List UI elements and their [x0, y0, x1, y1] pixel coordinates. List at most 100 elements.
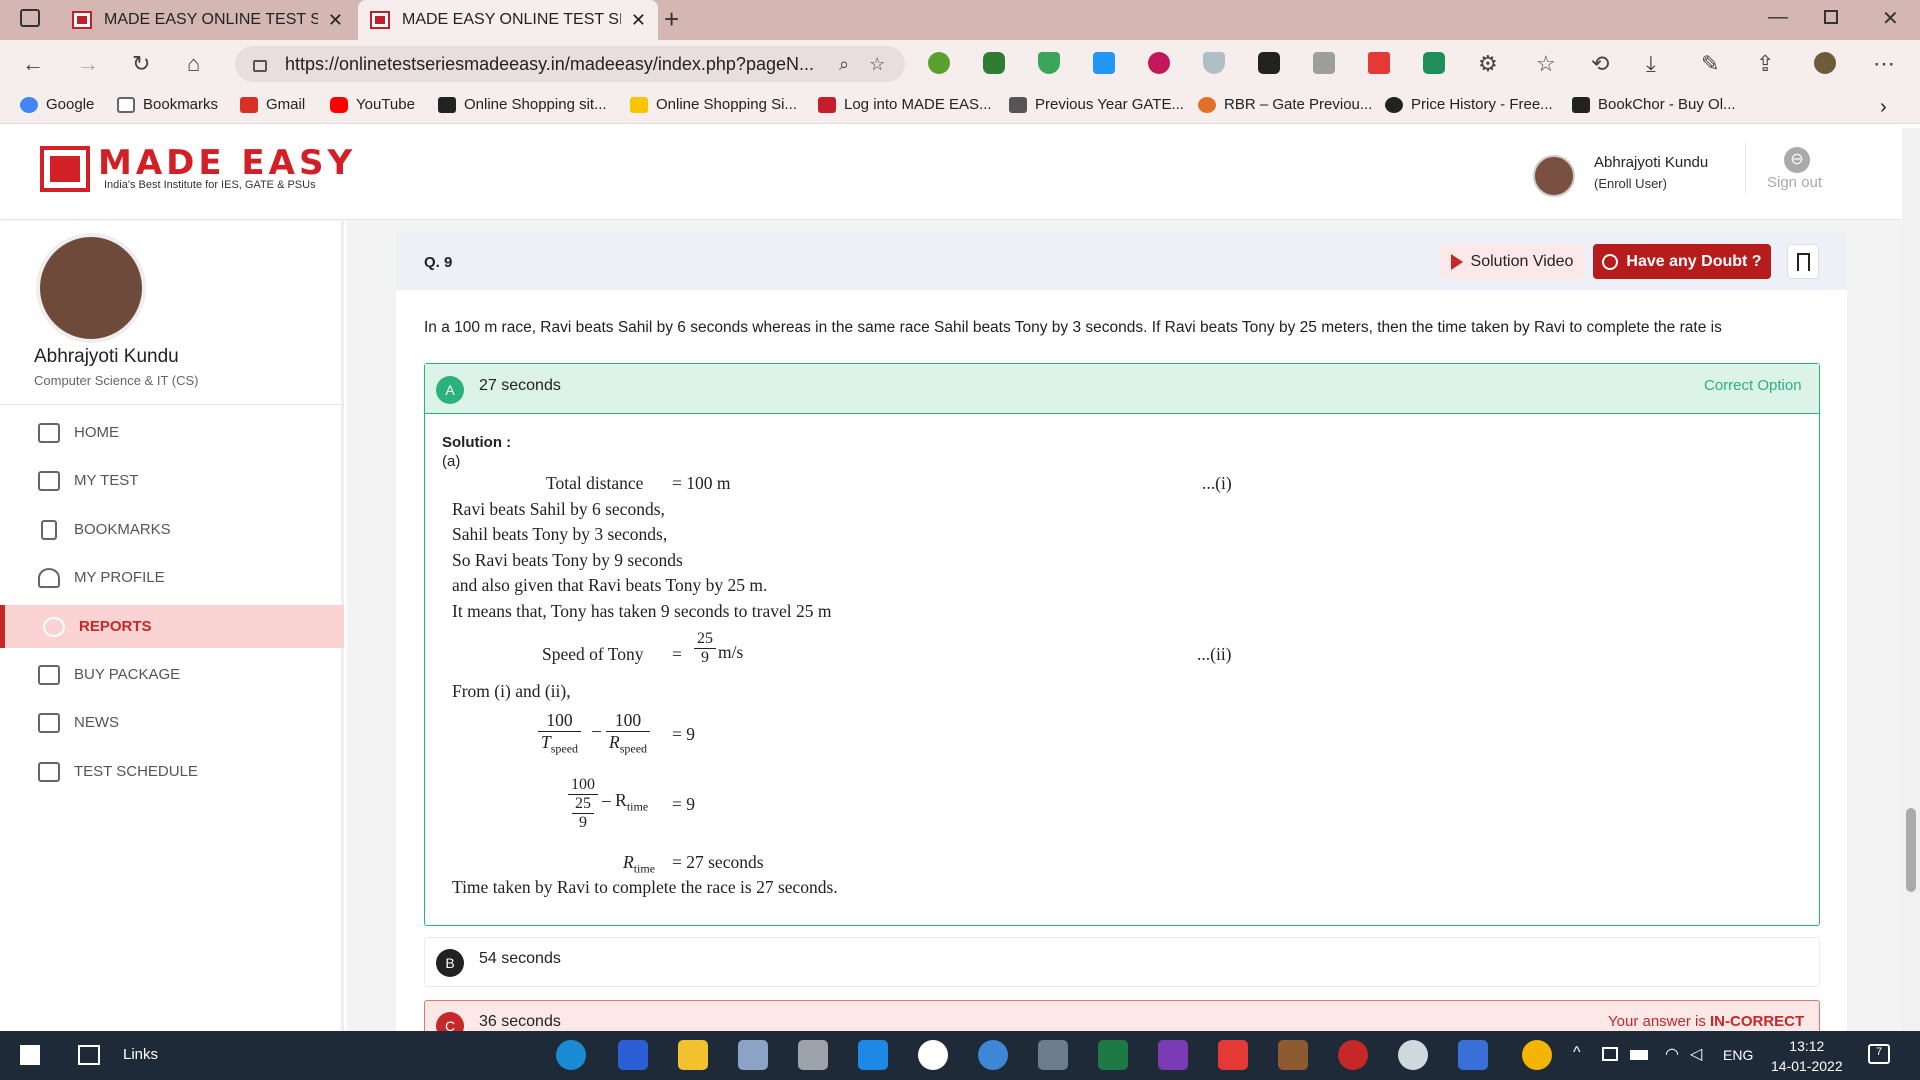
- header-avatar[interactable]: [1533, 155, 1575, 197]
- address-bar[interactable]: https://onlinetestseriesmadeeasy.in/made…: [235, 46, 905, 82]
- bookmark-pricehistory[interactable]: Price History - Free...: [1385, 96, 1553, 113]
- question-icon: [1602, 253, 1619, 270]
- extension-privacy-icon[interactable]: [1203, 52, 1225, 74]
- history-icon[interactable]: ⟲: [1591, 51, 1609, 77]
- profile-avatar[interactable]: [1814, 52, 1836, 74]
- home-icon[interactable]: ⌂: [187, 51, 200, 77]
- browser-tab-1[interactable]: MADE EASY ONLINE TEST SERIES ✕: [60, 0, 355, 40]
- bookmark-bookchor[interactable]: BookChor - Buy Ol...: [1572, 96, 1736, 113]
- file-explorer-icon[interactable]: [678, 1040, 708, 1070]
- notification-center-icon[interactable]: 7: [1868, 1044, 1890, 1064]
- forward-icon[interactable]: →: [77, 51, 99, 77]
- pricehistory-icon: [1385, 96, 1403, 113]
- user-icon: [38, 567, 60, 588]
- extension-cart-icon[interactable]: [1368, 52, 1390, 74]
- tray-chevron-up-icon[interactable]: ^: [1573, 1044, 1581, 1062]
- language-indicator[interactable]: ENG: [1723, 1047, 1753, 1063]
- extension-copy-icon[interactable]: [1313, 52, 1335, 74]
- sidebar-item-news[interactable]: NEWS: [0, 701, 344, 744]
- browser-tab-2-active[interactable]: MADE EASY ONLINE TEST SERIES ✕: [358, 0, 658, 40]
- collections-icon[interactable]: ✎: [1701, 51, 1719, 77]
- calculator-icon[interactable]: [1038, 1040, 1068, 1070]
- bookmark-bookmarks[interactable]: Bookmarks: [117, 96, 218, 113]
- more-menu-icon[interactable]: ⋯: [1873, 51, 1895, 77]
- extension-dark-icon[interactable]: [1258, 52, 1280, 74]
- edge-icon[interactable]: [556, 1040, 586, 1070]
- sidebar-item-bookmarks[interactable]: BOOKMARKS: [0, 508, 344, 551]
- taskbar-clock[interactable]: 13:12 14-01-2022: [1771, 1036, 1843, 1076]
- onenote-icon[interactable]: [1158, 1040, 1188, 1070]
- bookmark-google[interactable]: Google: [20, 96, 94, 113]
- sol-fraction-1: 100 Tspeed: [538, 710, 582, 757]
- windows-start-icon[interactable]: [20, 1045, 40, 1065]
- downloads-icon[interactable]: ⤓: [1646, 51, 1656, 77]
- close-window-icon[interactable]: ✕: [1882, 6, 1899, 31]
- excel-icon[interactable]: [1098, 1040, 1128, 1070]
- taskbar-links-toolbar[interactable]: Links: [123, 1046, 158, 1063]
- share-icon[interactable]: ⇪: [1756, 51, 1774, 77]
- favorites-icon[interactable]: ☆: [1536, 51, 1556, 77]
- vscode-icon[interactable]: [858, 1040, 888, 1070]
- bookmark-gate[interactable]: Previous Year GATE...: [1009, 96, 1184, 113]
- sidebar-item-reports[interactable]: REPORTS: [0, 605, 344, 648]
- git-gui-icon[interactable]: [1218, 1040, 1248, 1070]
- volume-icon[interactable]: ◁: [1690, 1044, 1702, 1064]
- resolve-icon[interactable]: [1338, 1040, 1368, 1070]
- sidebar-item-my-profile[interactable]: MY PROFILE: [0, 556, 344, 599]
- solution-video-button[interactable]: Solution Video: [1440, 244, 1584, 279]
- bookmark-youtube[interactable]: YouTube: [330, 96, 415, 113]
- refresh-icon[interactable]: ↻: [132, 51, 150, 77]
- vmware-icon[interactable]: [618, 1040, 648, 1070]
- sidebar-item-my-test[interactable]: MY TEST: [0, 459, 344, 502]
- weather-icon[interactable]: [1522, 1040, 1552, 1070]
- sol-speed-unit: m/s: [718, 642, 744, 662]
- sidebar-item-home[interactable]: HOME: [0, 411, 344, 454]
- restore-icon[interactable]: [1824, 10, 1838, 24]
- wifi-icon[interactable]: ◠: [1665, 1044, 1679, 1064]
- disk-app-icon[interactable]: [1398, 1040, 1428, 1070]
- close-tab-icon[interactable]: ✕: [328, 10, 343, 31]
- close-tab-icon[interactable]: ✕: [631, 10, 646, 31]
- clock-app-icon[interactable]: [918, 1040, 948, 1070]
- back-icon[interactable]: ←: [22, 51, 44, 77]
- extension-brain-icon[interactable]: [1148, 52, 1170, 74]
- bookmark-rbr[interactable]: RBR – Gate Previou...: [1198, 96, 1372, 113]
- virtualbox-icon[interactable]: [738, 1040, 768, 1070]
- bookmark-flipkart[interactable]: Online Shopping Si...: [630, 96, 797, 113]
- qbittorrent-icon[interactable]: [978, 1040, 1008, 1070]
- madeeasy-favicon-icon: [72, 11, 92, 29]
- minimize-icon[interactable]: —: [1768, 6, 1788, 29]
- new-tab-button[interactable]: +: [664, 4, 679, 35]
- sidebar-item-test-schedule[interactable]: TEST SCHEDULE: [0, 750, 344, 793]
- zoom-icon[interactable]: ⌕: [839, 54, 849, 75]
- extension-translate-icon[interactable]: [1093, 52, 1115, 74]
- unity-icon[interactable]: [798, 1040, 828, 1070]
- chevron-right-icon[interactable]: ›: [1880, 96, 1887, 119]
- page-scrollbar[interactable]: [1902, 128, 1920, 1031]
- sol-total-distance-label: Total distance: [546, 473, 644, 493]
- solution-answer: (a): [442, 453, 461, 470]
- battery-icon[interactable]: [1630, 1050, 1648, 1060]
- tab-actions-icon[interactable]: [20, 9, 40, 27]
- header-user-role: (Enroll User): [1594, 176, 1667, 191]
- extension-shield-icon[interactable]: [1038, 52, 1060, 74]
- bookmark-amazon[interactable]: Online Shopping sit...: [438, 96, 607, 113]
- extension-grammar-icon[interactable]: [1423, 52, 1445, 74]
- tray-device-icon[interactable]: [1602, 1047, 1618, 1061]
- books-app-icon[interactable]: [1278, 1040, 1308, 1070]
- have-doubt-button[interactable]: Have any Doubt ?: [1593, 244, 1771, 279]
- extension-owl-icon[interactable]: [983, 52, 1005, 74]
- made-easy-logo[interactable]: MADE EASY India's Best Institute for IES…: [40, 146, 356, 192]
- favorite-star-icon[interactable]: ☆: [869, 54, 885, 75]
- scrollbar-thumb[interactable]: [1906, 808, 1916, 892]
- bookmark-question-button[interactable]: [1787, 244, 1819, 279]
- extension-plus-icon[interactable]: [928, 52, 950, 74]
- python-app-icon[interactable]: [1458, 1040, 1488, 1070]
- bookmark-gmail[interactable]: Gmail: [240, 96, 305, 113]
- bookmark-madeeasy[interactable]: Log into MADE EAS...: [818, 96, 992, 113]
- task-view-icon[interactable]: [78, 1045, 100, 1065]
- sidebar-item-buy-package[interactable]: BUY PACKAGE: [0, 653, 344, 696]
- signout-link[interactable]: Sign out: [1767, 174, 1822, 191]
- signout-icon[interactable]: ⊖: [1784, 147, 1810, 173]
- extensions-puzzle-icon[interactable]: ⚙: [1478, 51, 1498, 77]
